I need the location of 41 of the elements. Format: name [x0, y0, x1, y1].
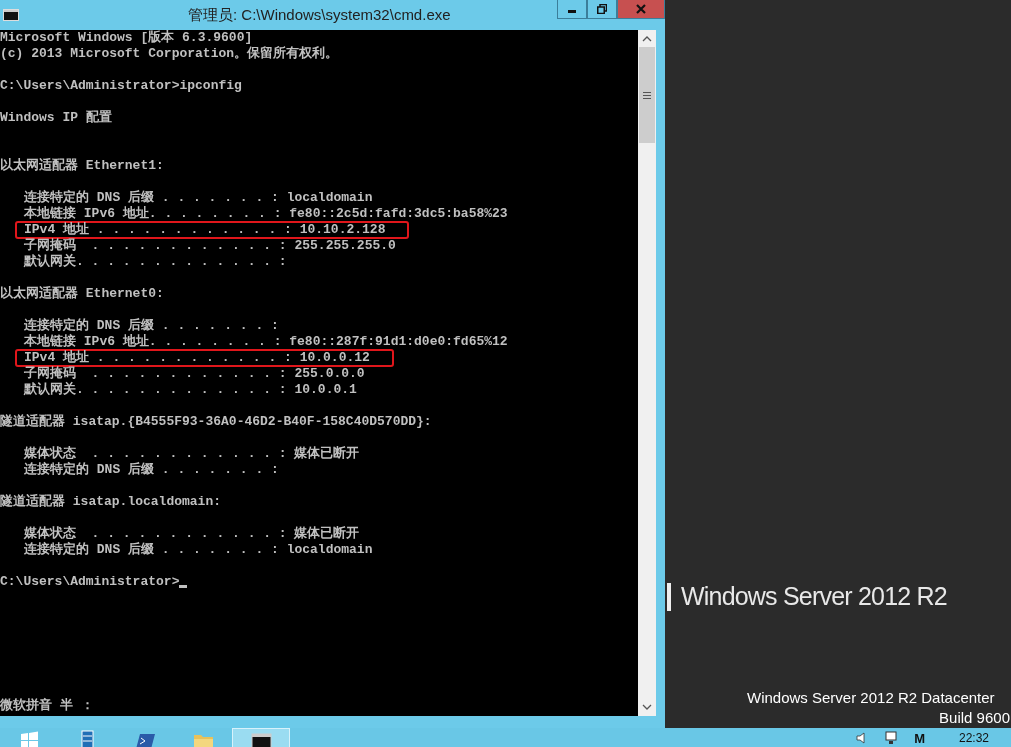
command-prompt: C:\Users\Administrator>: [0, 574, 180, 590]
minimize-button[interactable]: [557, 0, 587, 19]
product-name: Windows Server 2012 R2: [681, 582, 947, 611]
console-line: (c) 2013 Microsoft Corporation。保留所有权利。: [0, 46, 339, 62]
console-line: 本地链接 IPv6 地址. . . . . . . . : fe80::2c5d:fafd:3dc5:ba58%23: [24, 206, 508, 222]
windows-logo-icon: [18, 730, 40, 747]
input-indicator[interactable]: M: [914, 731, 925, 746]
console-line: 子网掩码 . . . . . . . . . . . . : 255.255.255.0: [24, 238, 396, 254]
close-icon: [636, 4, 646, 14]
console-line: 以太网适配器 Ethernet1:: [0, 158, 164, 174]
console-line: 媒体状态 . . . . . . . . . . . . : 媒体已断开: [24, 526, 360, 542]
console-line: Microsoft Windows [版本 6.3.9600]: [0, 30, 253, 46]
console-line: 默认网关. . . . . . . . . . . . . : 10.0.0.1: [24, 382, 357, 398]
ime-status: 微软拼音 半 ：: [0, 698, 94, 714]
console-line: 连接特定的 DNS 后缀 . . . . . . . :: [24, 318, 279, 334]
scrollbar[interactable]: [638, 30, 656, 716]
console-icon: [3, 9, 19, 21]
console-line: 本地链接 IPv6 地址. . . . . . . . : fe80::287f:91d1:d0e0:fd65%12: [24, 334, 508, 350]
console-line: 媒体状态 . . . . . . . . . . . . : 媒体已断开: [24, 446, 360, 462]
console-line: 隧道适配器 isatap.{B4555F93-36A0-46D2-B40F-158C40D570DD}:: [0, 414, 432, 430]
scroll-thumb[interactable]: [639, 47, 655, 143]
console-line: 子网掩码 . . . . . . . . . . . . : 255.0.0.0: [24, 366, 365, 382]
console-icon: [250, 731, 272, 747]
console-line: 隧道适配器 isatap.localdomain:: [0, 494, 222, 510]
console-line: 以太网适配器 Ethernet0:: [0, 286, 164, 302]
restore-button[interactable]: [587, 0, 617, 19]
taskbar-button[interactable]: [232, 728, 290, 747]
edition-text: Windows Server 2012 R2 Datacenter: [746, 689, 996, 706]
console-line: 连接特定的 DNS 后缀 . . . . . . . :: [24, 462, 279, 478]
console-line: 默认网关. . . . . . . . . . . . . :: [24, 254, 287, 270]
window-title: 管理员: C:\Windows\system32\cmd.exe: [188, 6, 451, 25]
grip-icon: [643, 91, 651, 99]
restore-icon: [597, 4, 607, 14]
close-button[interactable]: [617, 0, 665, 19]
build-text: Build 9600: [938, 709, 1011, 726]
console-line: 连接特定的 DNS 后缀 . . . . . . . : localdomain: [24, 190, 373, 206]
console-line: C:\Users\Administrator>ipconfig: [0, 78, 242, 94]
logo-bar-icon: [667, 582, 671, 611]
console-line: Windows IP 配置: [0, 110, 112, 126]
clock[interactable]: 22:32: [958, 731, 989, 745]
console-line: 连接特定的 DNS 后缀 . . . . . . . : localdomain: [24, 542, 373, 558]
